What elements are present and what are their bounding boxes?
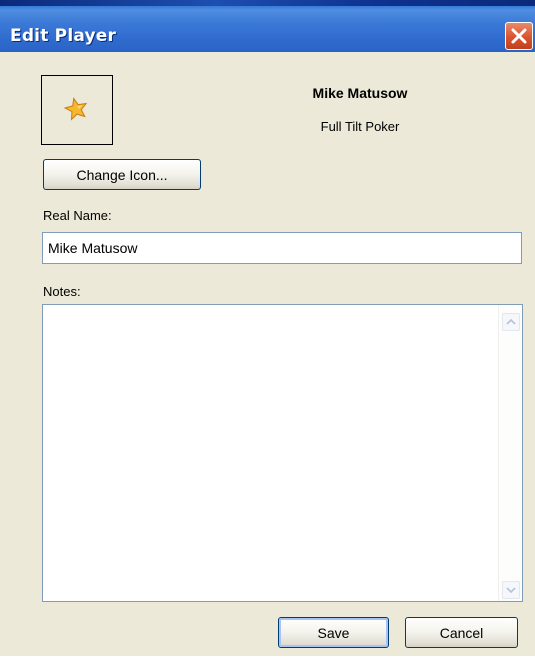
real-name-label: Real Name: [43,208,112,223]
notes-textarea[interactable] [43,305,498,601]
edit-player-dialog: Edit Player Mike Matusow Full Tilt Poker… [0,0,535,664]
scroll-up-button[interactable] [502,313,520,331]
player-site: Full Tilt Poker [320,119,400,134]
window-title: Edit Player [10,26,117,46]
close-button[interactable] [505,22,533,50]
title-bar[interactable]: Edit Player [0,0,535,52]
scroll-down-button[interactable] [502,581,520,599]
chevron-up-icon [506,318,516,325]
player-icon-frame [41,75,113,145]
cancel-button[interactable]: Cancel [405,617,518,648]
player-name: Mike Matusow [312,85,408,101]
notes-scrollbar[interactable] [498,305,522,601]
star-icon [64,97,88,121]
change-icon-button[interactable]: Change Icon... [43,159,201,190]
real-name-input[interactable] [42,232,522,264]
notes-label: Notes: [43,284,81,299]
chevron-down-icon [506,587,516,594]
notes-field[interactable] [42,304,523,602]
window-bottom-edge [0,656,535,664]
close-icon [511,28,527,44]
save-button[interactable]: Save [278,617,389,648]
title-bar-edge [0,0,535,6]
